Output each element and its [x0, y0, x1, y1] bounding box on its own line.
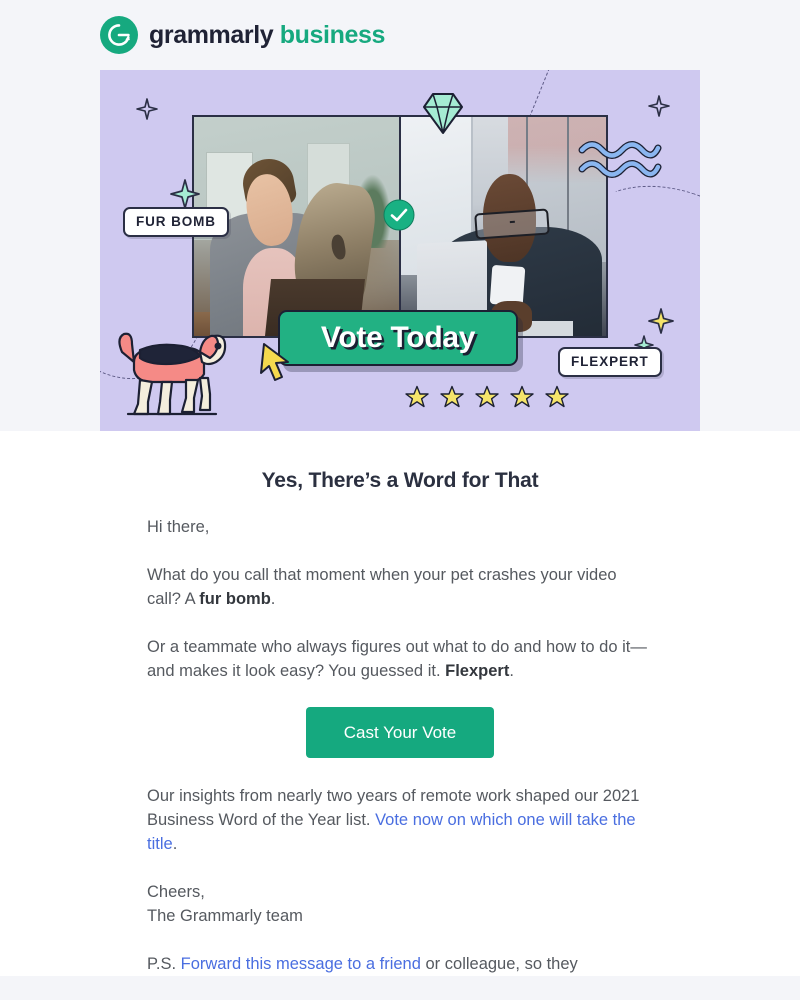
cast-your-vote-button[interactable]: Cast Your Vote [305, 707, 495, 758]
signoff-line-1: Cheers, [147, 883, 205, 901]
cta-container: Cast Your Vote [147, 707, 653, 758]
email-header: grammarly business [0, 0, 800, 70]
signoff: Cheers, The Grammarly team [147, 880, 653, 928]
greeting-text: Hi there, [147, 518, 210, 536]
flexpert-label: FLEXPERT [558, 347, 662, 377]
hero-photo-right [399, 117, 606, 336]
beagle-dog-icon [118, 332, 227, 416]
ps-before: P.S. [147, 955, 181, 973]
diamond-icon [423, 93, 463, 134]
check-circle-icon [383, 199, 415, 231]
paragraph-insights: Our insights from nearly two years of re… [147, 784, 653, 856]
p2-bold: Flexpert [445, 662, 510, 680]
hero-banner: Vote Today FUR BOMB FLEXPERT [100, 70, 700, 431]
email-body: Yes, There’s a Word for That Hi there, W… [0, 431, 800, 976]
star-icon [440, 385, 464, 408]
star-icon [475, 385, 499, 408]
star-icon [405, 385, 429, 408]
sparkle-icon [648, 95, 670, 117]
grammarly-g-logo-icon [100, 16, 138, 54]
page-title: Yes, There’s a Word for That [261, 469, 539, 492]
paragraph-flexpert: Or a teammate who always figures out wha… [147, 635, 653, 683]
sparkle-icon [648, 308, 674, 334]
p1-after: . [270, 590, 276, 608]
email-page: grammarly business Vote Today FUR BOMB F… [0, 0, 800, 1000]
brand-name: grammarly [149, 20, 274, 49]
fur-bomb-label: FUR BOMB [123, 207, 229, 237]
cursor-arrow-icon [260, 343, 289, 381]
brand-wordmark: grammarly business [149, 20, 386, 49]
star-icon [545, 385, 569, 408]
sparkle-icon [136, 98, 158, 120]
p1-bold: fur bomb [199, 590, 271, 608]
ps-after: or colleague, so they [420, 955, 578, 973]
paragraph-fur-bomb: What do you call that moment when your p… [147, 563, 653, 611]
p2-after: . [509, 662, 514, 680]
forward-message-link[interactable]: Forward this message to a friend [181, 955, 421, 973]
signoff-line-2: The Grammarly team [147, 907, 303, 925]
p2-before: Or a teammate who always figures out wha… [147, 638, 647, 680]
p3-after: . [172, 835, 178, 853]
star-icon [510, 385, 534, 408]
vote-today-label: Vote Today [320, 321, 476, 354]
star-rating-row [405, 385, 569, 409]
postscript: P.S. Forward this message to a friend or… [147, 952, 653, 976]
waves-icon [578, 141, 662, 178]
brand-suffix: business [279, 20, 386, 49]
sparkle-icon [170, 179, 200, 209]
brand-logo[interactable]: grammarly business [100, 16, 385, 54]
email-copy: Hi there, What do you call that moment w… [147, 493, 653, 976]
vote-today-badge[interactable]: Vote Today [278, 310, 518, 366]
